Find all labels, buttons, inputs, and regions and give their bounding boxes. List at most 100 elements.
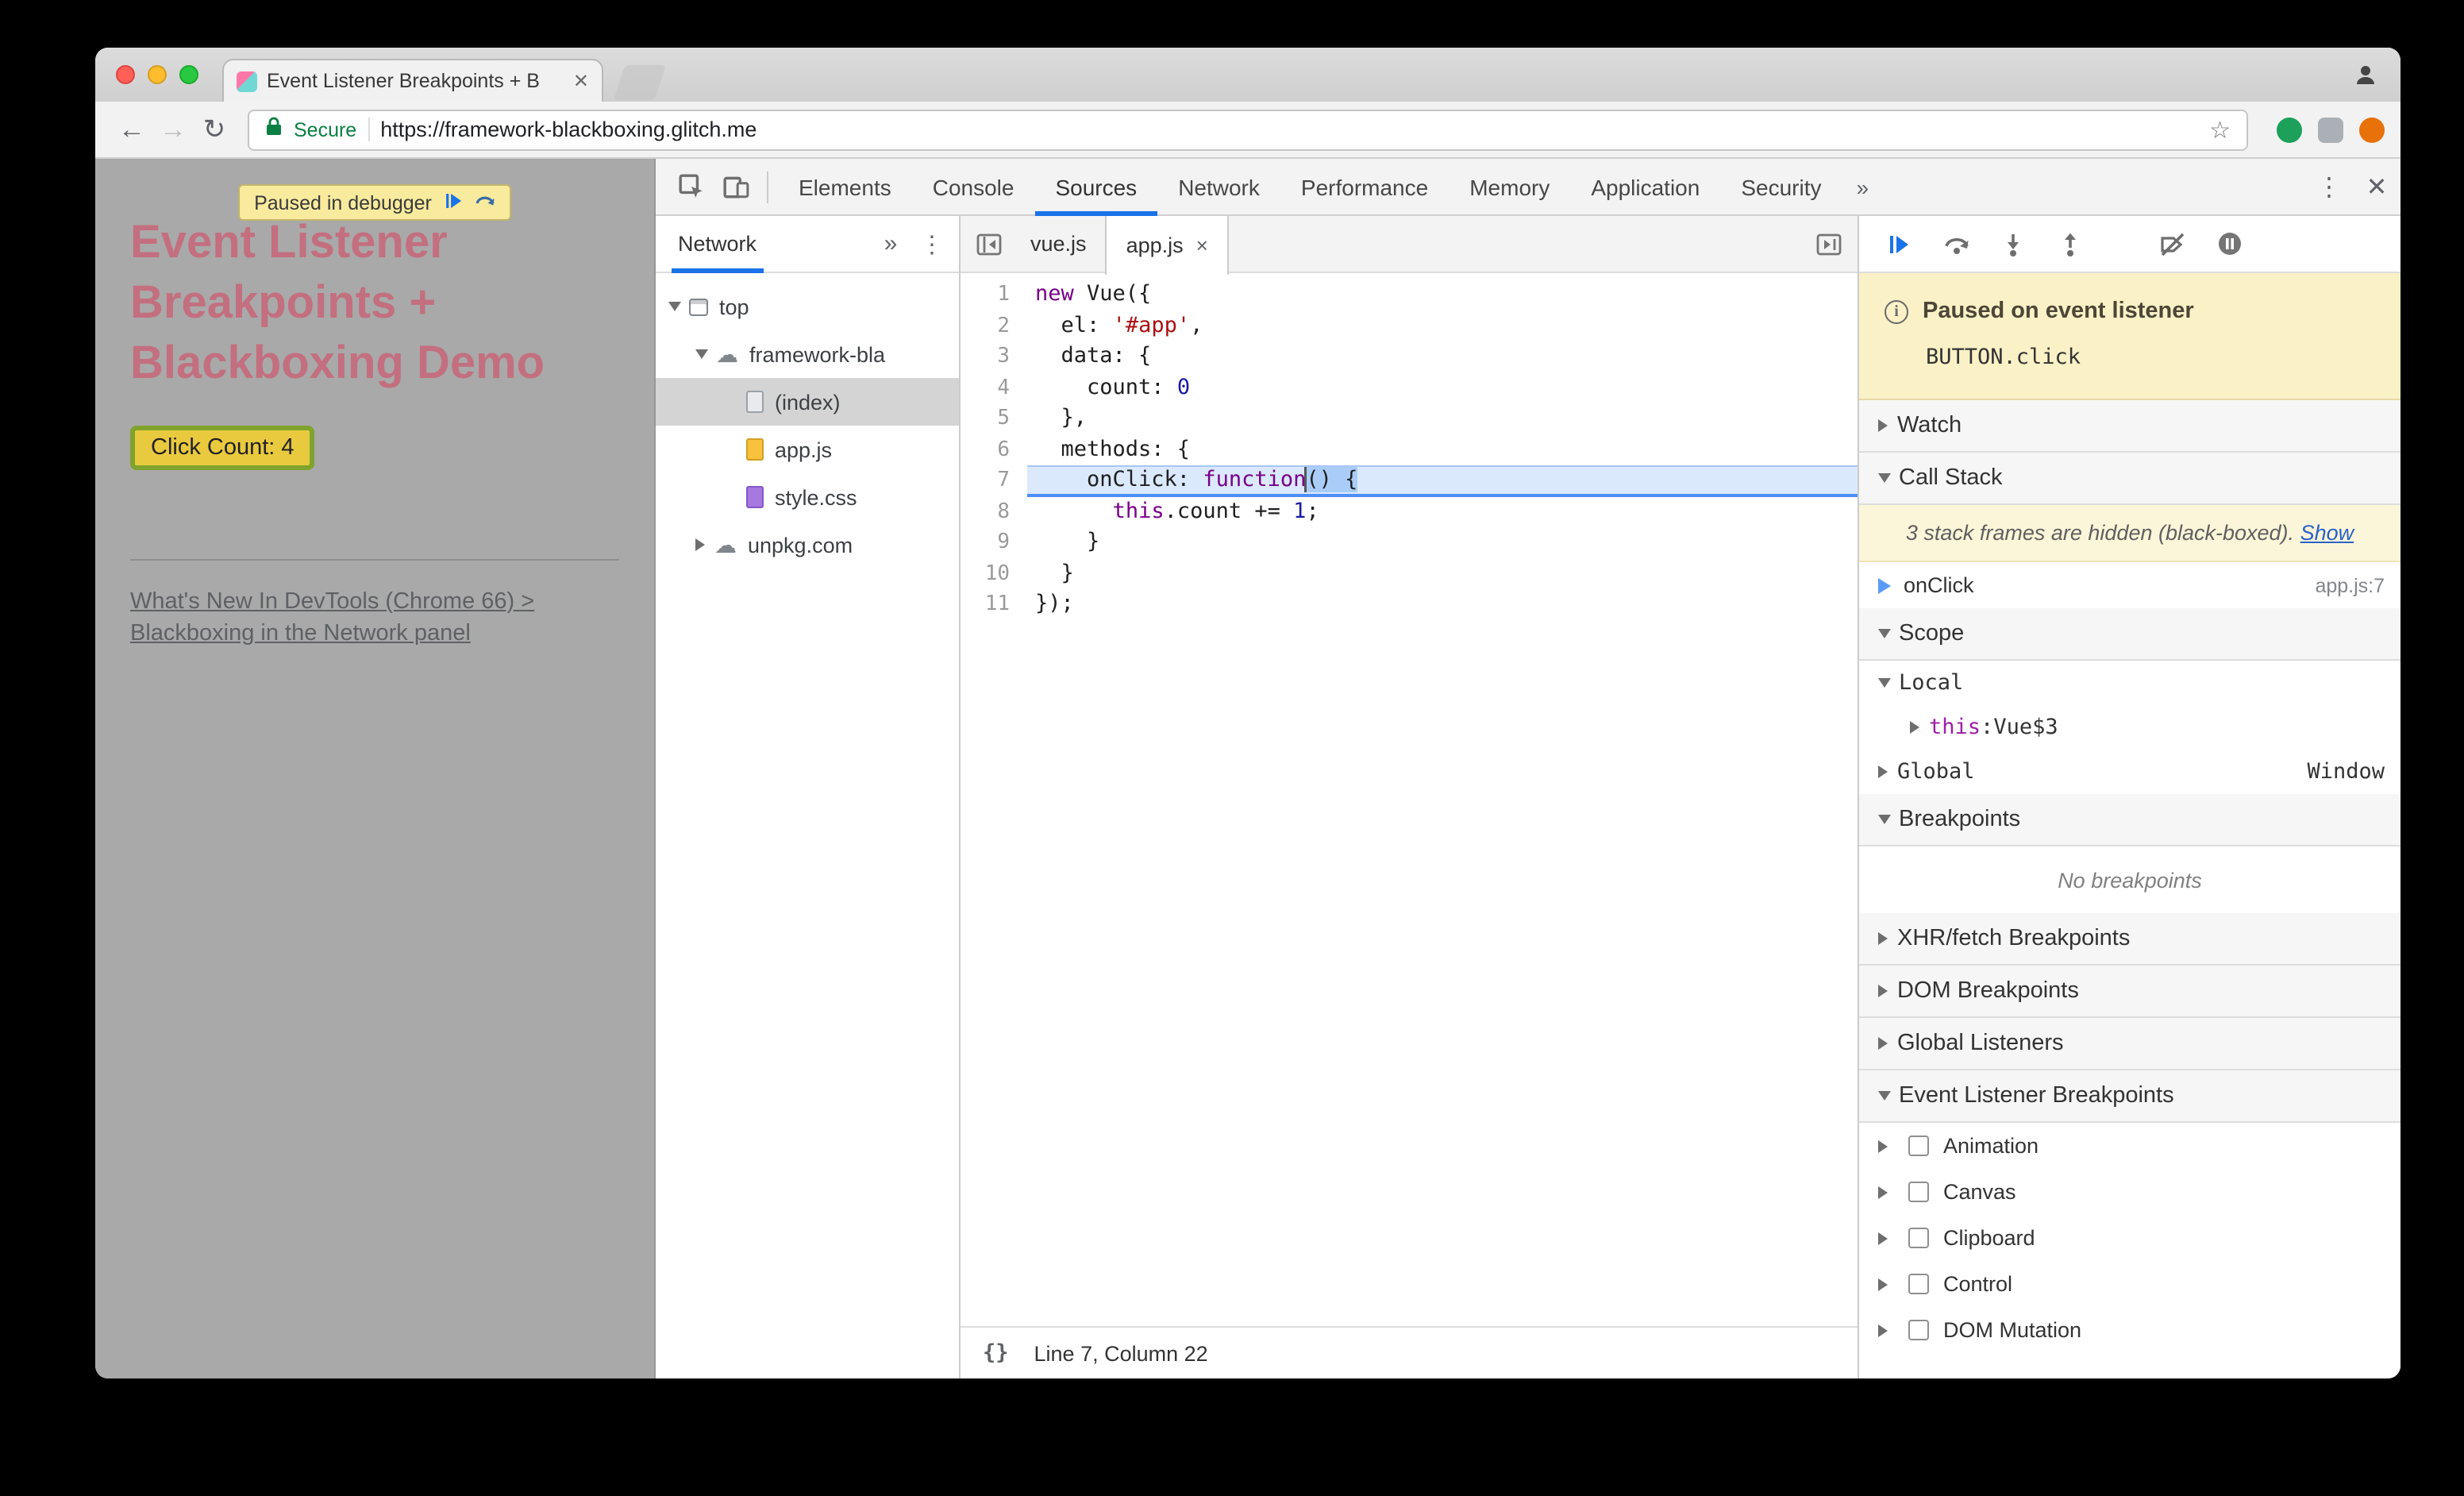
code-line-content[interactable]: new Vue({ [1027, 280, 1858, 310]
scope-global[interactable]: Global Window [1859, 750, 2400, 794]
section-event-listener-breakpoints[interactable]: Event Listener Breakpoints [1859, 1070, 2400, 1123]
section-global-listeners[interactable]: Global Listeners [1859, 1018, 2400, 1070]
tab-close-icon[interactable]: ✕ [573, 70, 589, 92]
pane-overflow-icon[interactable]: » [870, 230, 911, 257]
reload-icon[interactable]: ↻ [194, 114, 235, 145]
tree-item-framework-bla[interactable]: ☁ framework-bla [656, 330, 959, 378]
extension-icon-gray[interactable] [2318, 117, 2343, 142]
close-tab-icon[interactable]: × [1196, 233, 1208, 256]
devtools-tab-console[interactable]: Console [912, 158, 1035, 215]
toggle-debugger-sidebar-icon[interactable] [1816, 231, 1842, 256]
badge-step-over-icon[interactable] [475, 191, 495, 214]
line-number[interactable]: 7 [961, 465, 1027, 496]
category-checkbox[interactable] [1908, 1228, 1929, 1248]
disclosure-right-icon[interactable] [1878, 1324, 1888, 1336]
line-number[interactable]: 10 [961, 558, 1027, 589]
disclosure-right-icon[interactable] [695, 538, 705, 551]
line-number[interactable]: 8 [961, 496, 1027, 527]
page-link[interactable]: What's New In DevTools (Chrome 66) > Bla… [130, 588, 534, 650]
category-checkbox[interactable] [1908, 1182, 1929, 1202]
disclosure-right-icon[interactable] [1878, 1232, 1888, 1244]
code-line-content[interactable]: data: { [1027, 341, 1858, 372]
section-scope[interactable]: Scope [1859, 608, 2400, 661]
disclosure-down-icon[interactable] [668, 302, 681, 311]
category-checkbox[interactable] [1908, 1274, 1929, 1294]
url-bar[interactable]: Secure https://framework-blackboxing.gli… [248, 109, 2248, 150]
devtools-tab-sources[interactable]: Sources [1034, 158, 1157, 215]
call-stack-frame-onclick[interactable]: onClick app.js:7 [1859, 562, 2400, 608]
tree-item-style-css[interactable]: style.css [656, 473, 959, 521]
line-number[interactable]: 3 [961, 341, 1027, 372]
devtools-tab-network[interactable]: Network [1157, 158, 1280, 215]
category-checkbox[interactable] [1908, 1320, 1929, 1340]
scope-local[interactable]: Local [1859, 661, 2400, 705]
section-dom-breakpoints[interactable]: DOM Breakpoints [1859, 966, 2400, 1018]
pane-tab-network[interactable]: Network [672, 216, 763, 272]
browser-tab[interactable]: Event Listener Breakpoints + B ✕ [222, 59, 603, 102]
line-number[interactable]: 4 [961, 372, 1027, 403]
line-number[interactable]: 9 [961, 527, 1027, 558]
line-number[interactable]: 6 [961, 434, 1027, 465]
code-line-content[interactable]: }); [1027, 589, 1858, 620]
extension-icon-green[interactable] [2277, 117, 2302, 142]
pane-menu-icon[interactable]: ⋮ [911, 229, 953, 258]
line-number[interactable]: 1 [961, 280, 1027, 310]
code-line-content[interactable]: } [1027, 527, 1858, 558]
disclosure-right-icon[interactable] [1878, 1278, 1888, 1290]
page-link-line1[interactable]: What's New In DevTools (Chrome 66) > [130, 588, 534, 619]
section-xhr-breakpoints[interactable]: XHR/fetch Breakpoints [1859, 913, 2400, 966]
window-close-button[interactable] [116, 65, 135, 84]
step-over-icon[interactable] [1935, 223, 1977, 264]
section-watch[interactable]: Watch [1859, 400, 2400, 453]
resume-icon[interactable] [1878, 223, 1919, 264]
click-count-button[interactable]: Click Count: 4 [130, 426, 315, 470]
page-link-line2[interactable]: Blackboxing in the Network panel [130, 619, 534, 650]
code-line-content[interactable]: methods: { [1027, 434, 1858, 465]
disclosure-right-icon[interactable] [1878, 1139, 1888, 1152]
code-line-content[interactable]: el: '#app', [1027, 310, 1858, 341]
profile-icon[interactable] [2353, 62, 2378, 95]
pretty-print-icon[interactable]: {} [983, 1340, 1009, 1366]
line-number[interactable]: 5 [961, 403, 1027, 434]
device-toolbar-icon[interactable] [713, 164, 757, 209]
step-out-icon[interactable] [2050, 223, 2091, 264]
code-line-content[interactable]: onClick: function() { [1027, 465, 1858, 496]
code-area[interactable]: 1 new Vue({2 el: '#app', 3 data: {4 count:… [961, 273, 1858, 1326]
editor-tab-app-js[interactable]: app.js × [1105, 215, 1229, 274]
disclosure-right-icon[interactable] [1878, 765, 1888, 778]
editor-tab-vue-js[interactable]: vue.js [1011, 215, 1106, 272]
tree-item-index[interactable]: (index) [656, 378, 959, 426]
disclosure-right-icon[interactable] [1878, 1186, 1888, 1198]
tree-item-top[interactable]: top [656, 283, 959, 330]
back-icon[interactable]: ← [111, 114, 152, 145]
devtools-tab-elements[interactable]: Elements [778, 158, 912, 215]
line-number[interactable]: 11 [961, 589, 1027, 620]
new-tab-button[interactable] [613, 65, 667, 100]
tree-item-unpkg-com[interactable]: ☁ unpkg.com [656, 521, 959, 569]
devtools-tab-performance[interactable]: Performance [1280, 158, 1449, 215]
devtools-close-icon[interactable]: ✕ [2353, 171, 2400, 202]
code-line-content[interactable]: count: 0 [1027, 372, 1858, 403]
navigator-toggle-icon[interactable] [967, 222, 1011, 266]
window-minimize-button[interactable] [148, 65, 167, 84]
badge-resume-icon[interactable] [445, 191, 462, 214]
disclosure-right-icon[interactable] [1910, 721, 1919, 734]
window-zoom-button[interactable] [179, 65, 198, 84]
deactivate-breakpoints-icon[interactable] [2151, 223, 2193, 264]
devtools-tab-memory[interactable]: Memory [1449, 158, 1570, 215]
devtools-menu-icon[interactable]: ⋮ [2305, 171, 2353, 202]
inspect-element-icon[interactable] [668, 164, 713, 209]
forward-icon[interactable]: → [152, 114, 194, 145]
disclosure-down-icon[interactable] [1878, 678, 1891, 688]
disclosure-down-icon[interactable] [695, 349, 708, 359]
code-line-content[interactable]: }, [1027, 403, 1858, 434]
code-line-content[interactable]: } [1027, 558, 1858, 589]
bookmark-star-icon[interactable]: ☆ [2209, 115, 2231, 144]
line-number[interactable]: 2 [961, 310, 1027, 341]
tree-item-app-js[interactable]: app.js [656, 426, 959, 473]
section-breakpoints[interactable]: Breakpoints [1859, 794, 2400, 846]
step-into-icon[interactable] [1992, 223, 2034, 264]
code-line-content[interactable]: this.count += 1; [1027, 496, 1858, 527]
show-blackboxed-link[interactable]: Show [2300, 521, 2354, 545]
category-checkbox[interactable] [1908, 1135, 1929, 1156]
